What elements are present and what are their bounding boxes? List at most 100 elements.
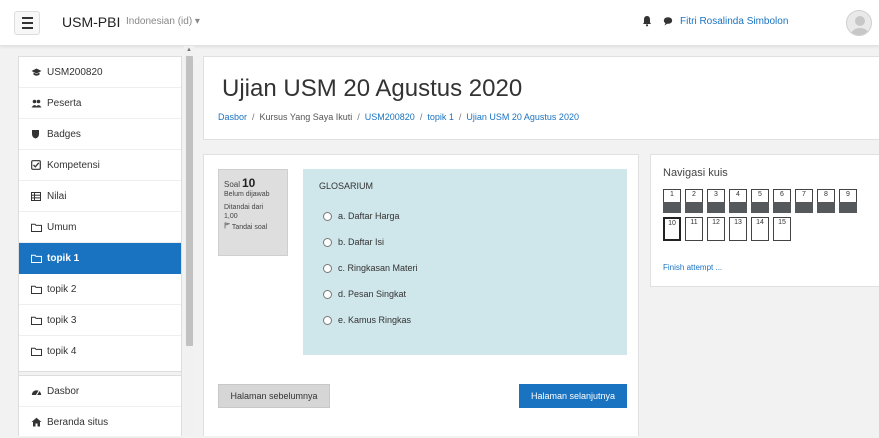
quiz-nav-number: 15 [778,219,786,226]
quiz-nav-number: 9 [846,191,850,198]
sidebar-item-topik-2[interactable]: topik 2 [19,274,181,305]
answer-option[interactable]: b. Daftar Isi [323,237,384,247]
sidebar-item-dasbor[interactable]: Dasbor [19,376,181,407]
sidebar-item-course[interactable]: USM200820 [19,57,181,88]
quiz-nav-number: 2 [692,191,696,198]
quiz-nav-button[interactable]: 15 [773,217,791,241]
option-label: a. Daftar Harga [338,211,400,221]
quiz-nav-button[interactable]: 12 [707,217,725,241]
question-mark-value: 1,00 [224,212,238,220]
radio-button[interactable] [323,289,332,299]
option-label: d. Pesan Singkat [338,289,407,299]
quiz-nav-button[interactable]: 9 [839,189,857,213]
question-label: Soal [224,180,241,189]
quiz-nav-number: 1 [670,191,674,198]
radio-button[interactable] [323,263,332,273]
top-navbar: USM-PBI Indonesian (id) ▾ Fitri Rosalind… [0,0,879,46]
sidebar-item-peserta[interactable]: Peserta [19,88,181,119]
scrollbar-thumb[interactable] [186,56,193,346]
question-mark-label: Ditandai dari [224,203,264,211]
avatar[interactable] [846,10,872,36]
option-label: e. Kamus Ringkas [338,315,412,325]
sidebar-item-topik-1[interactable]: topik 1 [19,243,181,274]
radio-button[interactable] [323,211,332,221]
sidebar-item-label: Kompetensi [47,159,100,171]
question-state-band [795,202,813,213]
quiz-nav-button[interactable]: 13 [729,217,747,241]
radio-button[interactable] [323,315,332,325]
sidebar-item-label: topik 1 [47,253,80,264]
quiz-nav-number: 4 [736,191,740,198]
breadcrumb-item[interactable]: Dasbor [218,112,247,122]
sidebar-item-topik-4[interactable]: topik 4 [19,336,181,367]
sidebar-item-umum[interactable]: Umum [19,212,181,243]
quiz-nav-number: 10 [668,220,676,227]
quiz-nav-title: Navigasi kuis [663,167,728,179]
menu-toggle-icon[interactable] [14,11,40,35]
flag-question-link[interactable]: Tandai soal [224,222,282,233]
chat-icon[interactable] [661,14,675,28]
option-label: b. Daftar Isi [338,237,385,247]
question-info: Soal 10 Belum dijawab Ditandai dari 1,00… [218,169,288,256]
previous-page-button[interactable]: Halaman sebelumnya [218,384,330,408]
question-state-band [751,202,769,213]
quiz-nav-button[interactable]: 10 [663,217,681,241]
quiz-nav-button[interactable]: 1 [663,189,681,213]
breadcrumb: Dasbor / Kursus Yang Saya Ikuti / USM200820/… [218,112,579,122]
radio-button[interactable] [323,237,332,247]
flag-icon [224,222,231,229]
sidebar-item-label: Beranda situs [47,416,109,428]
answer-option[interactable]: a. Daftar Harga [323,211,400,221]
quiz-nav-button[interactable]: 5 [751,189,769,213]
quiz-nav-button[interactable]: 2 [685,189,703,213]
breadcrumb-item[interactable]: Ujian USM 20 Agustus 2020 [466,112,579,122]
quiz-nav-number: 7 [802,191,806,198]
language-selector[interactable]: Indonesian (id) ▾ [126,16,200,27]
sidebar-item-nilai[interactable]: Nilai [19,181,181,212]
breadcrumb-item[interactable]: topik 1 [427,112,454,122]
sidebar-item-kompetensi[interactable]: Kompetensi [19,150,181,181]
graduation-cap-icon [31,68,47,77]
site-brand[interactable]: USM-PBI [62,14,120,30]
next-page-button[interactable]: Halaman selanjutnya [519,384,627,408]
bell-icon[interactable] [640,14,654,28]
question-state-band [685,202,703,213]
question-state-band [773,202,791,213]
question-state-band [817,202,835,213]
dashboard-icon [31,387,47,396]
quiz-nav-button[interactable]: 11 [685,217,703,241]
sidebar-item-beranda-situs[interactable]: Beranda situs [19,407,181,438]
sidebar-item-label: USM200820 [47,66,103,78]
finish-attempt-link[interactable]: Finish attempt ... [663,263,722,272]
breadcrumb-item[interactable]: Kursus Yang Saya Ikuti [260,112,353,122]
quiz-nav-number: 12 [712,219,720,226]
quiz-nav-number: 11 [690,219,698,226]
answer-option[interactable]: e. Kamus Ringkas [323,315,411,325]
folder-icon [31,285,47,294]
quiz-nav-button[interactable]: 3 [707,189,725,213]
sidebar-item-label: topik 3 [47,314,77,326]
answer-option[interactable]: d. Pesan Singkat [323,289,406,299]
scroll-up-icon[interactable]: ▲ [186,47,192,53]
question-text: GLOSARIUM [319,181,374,191]
folder-icon [31,347,47,356]
quiz-nav-button[interactable]: 6 [773,189,791,213]
quiz-nav-number: 5 [758,191,762,198]
sidebar-item-label: topik 4 [47,346,77,357]
page-title: Ujian USM 20 Agustus 2020 [222,75,523,102]
sidebar-item-badges[interactable]: Badges [19,119,181,150]
question-state-band [729,202,747,213]
badge-shield-icon [31,129,47,139]
quiz-nav-button[interactable]: 7 [795,189,813,213]
breadcrumb-item[interactable]: USM200820 [365,112,415,122]
quiz-nav-number: 3 [714,191,718,198]
quiz-nav-button[interactable]: 4 [729,189,747,213]
quiz-nav-button[interactable]: 8 [817,189,835,213]
sidebar-item-label: Nilai [47,190,67,202]
sidebar-item-topik-3[interactable]: topik 3 [19,305,181,336]
user-name[interactable]: Fitri Rosalinda Simbolon [680,16,788,27]
folder-icon [31,223,47,232]
answer-option[interactable]: c. Ringkasan Materi [323,263,418,273]
quiz-nav-button[interactable]: 14 [751,217,769,241]
sidebar-item-label: Dasbor [47,385,80,397]
